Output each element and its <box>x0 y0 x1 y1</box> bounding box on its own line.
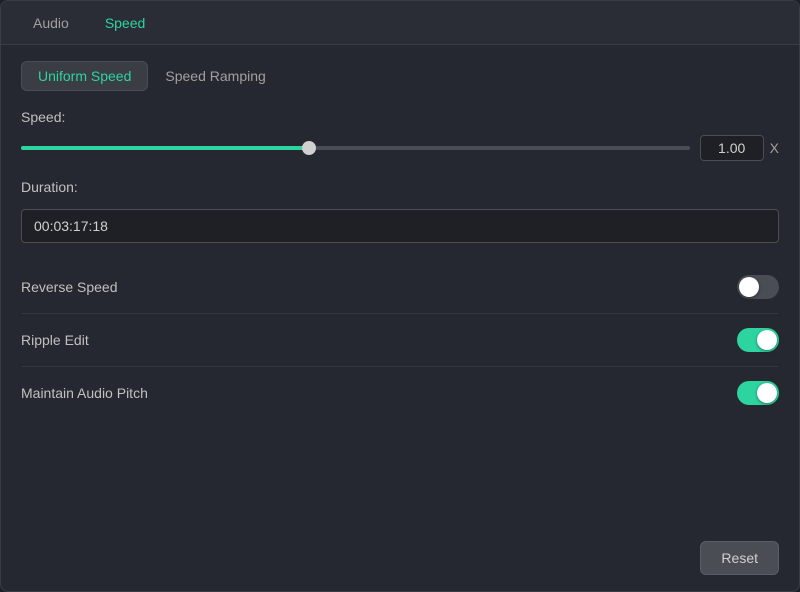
toggle-row-reverse-speed: Reverse Speed <box>21 261 779 314</box>
toggles-container: Reverse Speed Ripple Edit Maintain Audio P… <box>21 261 779 419</box>
toggle-row-ripple-edit: Ripple Edit <box>21 314 779 367</box>
reset-button[interactable]: Reset <box>700 541 779 575</box>
sub-tab-speed-ramping[interactable]: Speed Ramping <box>148 61 282 91</box>
main-panel: Audio Speed Uniform Speed Speed Ramping … <box>0 0 800 592</box>
duration-input[interactable] <box>21 209 779 243</box>
speed-row: X <box>21 135 779 161</box>
toggle-label-ripple-edit: Ripple Edit <box>21 332 89 348</box>
speed-slider-thumb[interactable] <box>302 141 316 155</box>
speed-value-box: X <box>700 135 779 161</box>
speed-slider-container[interactable] <box>21 138 690 158</box>
toggle-label-maintain-audio-pitch: Maintain Audio Pitch <box>21 385 148 401</box>
toggle-switch-ripple-edit[interactable] <box>737 328 779 352</box>
top-tab-bar: Audio Speed <box>1 1 799 45</box>
sub-tab-bar: Uniform Speed Speed Ramping <box>21 61 779 91</box>
footer: Reset <box>1 529 799 591</box>
tab-speed[interactable]: Speed <box>89 9 161 37</box>
toggle-switch-maintain-audio-pitch[interactable] <box>737 381 779 405</box>
duration-label: Duration: <box>21 179 779 195</box>
speed-slider-track[interactable] <box>21 146 690 150</box>
toggle-label-reverse-speed: Reverse Speed <box>21 279 118 295</box>
speed-value-input[interactable] <box>700 135 764 161</box>
tab-audio[interactable]: Audio <box>17 9 85 37</box>
speed-label: Speed: <box>21 109 779 125</box>
content-area: Uniform Speed Speed Ramping Speed: X Dur… <box>1 45 799 529</box>
toggle-knob-reverse-speed <box>739 277 759 297</box>
toggle-row-maintain-audio-pitch: Maintain Audio Pitch <box>21 367 779 419</box>
toggle-knob-ripple-edit <box>757 330 777 350</box>
toggle-switch-reverse-speed[interactable] <box>737 275 779 299</box>
speed-slider-fill <box>21 146 309 150</box>
sub-tab-uniform-speed[interactable]: Uniform Speed <box>21 61 148 91</box>
duration-section: Duration: <box>21 179 779 243</box>
speed-x-label: X <box>770 140 779 156</box>
toggle-knob-maintain-audio-pitch <box>757 383 777 403</box>
